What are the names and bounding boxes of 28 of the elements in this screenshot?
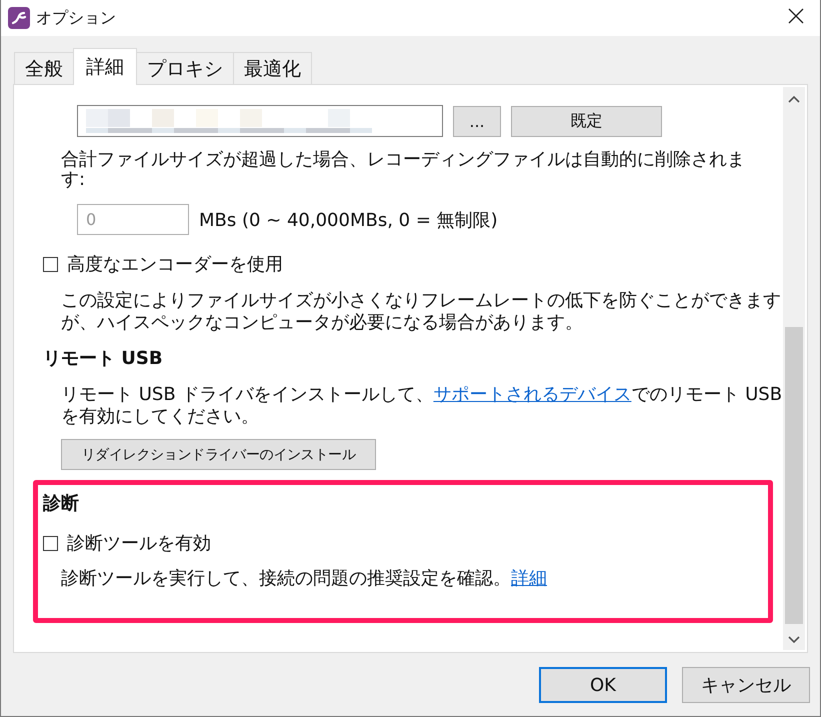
dialog-button[interactable]: キャンセル: [682, 667, 810, 703]
checkbox[interactable]: [43, 256, 58, 272]
details-link[interactable]: 詳細: [511, 568, 547, 589]
browse-button[interactable]: ...: [453, 106, 501, 136]
dialog-button[interactable]: OK: [539, 667, 667, 703]
app-logo-icon: [8, 7, 30, 29]
section-heading: リモート USB: [43, 347, 164, 370]
size-unit-label: MBs (0 ~ 40,000MBs, 0 = 無制限): [199, 208, 498, 232]
usb-description: リモート USB ドライバをインストールして、サポートされるデバイスでのリモート USB を有効にしてください。: [61, 384, 783, 428]
default-button[interactable]: 既定: [511, 106, 662, 136]
scroll-up-icon[interactable]: [788, 95, 800, 103]
checkbox-label[interactable]: 診断ツールを有効: [67, 531, 211, 555]
supported-devices-link[interactable]: サポートされるデバイス: [433, 384, 632, 405]
tab[interactable]: 全般: [14, 52, 74, 84]
tab[interactable]: 最適化: [233, 52, 312, 84]
section-heading: 診断: [43, 492, 80, 515]
checkbox[interactable]: [43, 536, 58, 550]
limit-note: 合計ファイルサイズが超過した場合、レコーディングファイルは自動的に削除されます:: [61, 150, 746, 190]
scrollbar[interactable]: [783, 87, 805, 650]
checkbox-label[interactable]: 高度なエンコーダーを使用: [67, 252, 283, 276]
diagnostics-description: 診断ツールを実行して、接続の問題の推奨設定を確認。詳細: [61, 569, 548, 589]
scroll-thumb[interactable]: [785, 327, 803, 624]
scroll-down-icon[interactable]: [788, 636, 800, 644]
encoder-description: この設定によりファイルサイズが小さくなりフレームレートの低下を防ぐことができますが、ハイスペックなコンピュータが必要になる場合があります。: [61, 290, 782, 334]
tab[interactable]: 詳細: [73, 48, 137, 85]
close-icon[interactable]: [788, 8, 804, 24]
window-title: オプション: [36, 8, 116, 28]
install-driver-button[interactable]: リダイレクションドライバーのインストール: [61, 439, 376, 470]
